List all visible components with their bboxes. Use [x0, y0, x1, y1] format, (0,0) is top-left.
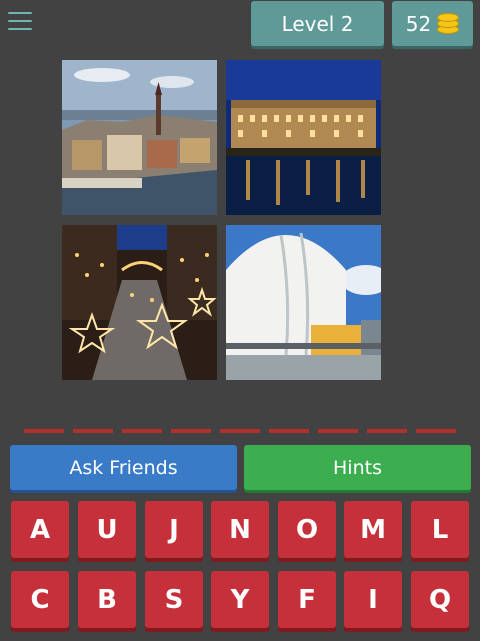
letter-key[interactable]: Q [411, 571, 469, 628]
hints-button[interactable]: Hints [244, 445, 471, 490]
letter-key[interactable]: I [344, 571, 402, 628]
letter-key[interactable]: U [78, 501, 136, 558]
answer-slot[interactable] [269, 429, 309, 433]
answer-slot[interactable] [24, 429, 64, 433]
letter-key[interactable]: N [211, 501, 269, 558]
old-town-waterfront-photo[interactable] [62, 60, 217, 215]
letter-key[interactable]: M [344, 501, 402, 558]
ask-friends-button[interactable]: Ask Friends [10, 445, 237, 490]
coin-stack-icon [437, 12, 460, 35]
answer-slot[interactable] [416, 429, 456, 433]
letter-key[interactable]: O [278, 501, 336, 558]
christmas-street-lights-photo[interactable] [62, 225, 217, 380]
letter-key[interactable]: B [78, 571, 136, 628]
white-dome-arena-photo[interactable] [226, 225, 381, 380]
palace-at-night-photo[interactable] [226, 60, 381, 215]
answer-slot[interactable] [73, 429, 113, 433]
level-label: Level 2 [281, 11, 354, 36]
level-indicator: Level 2 [251, 1, 384, 46]
answer-slots [24, 429, 456, 433]
menu-icon[interactable] [8, 12, 32, 34]
answer-slot[interactable] [122, 429, 162, 433]
answer-slot[interactable] [220, 429, 260, 433]
answer-slot[interactable] [318, 429, 358, 433]
letter-key[interactable]: Y [211, 571, 269, 628]
letter-key[interactable]: A [11, 501, 69, 558]
letter-key[interactable]: F [278, 571, 336, 628]
answer-slot[interactable] [367, 429, 407, 433]
letter-key[interactable]: C [11, 571, 69, 628]
letter-key[interactable]: S [145, 571, 203, 628]
letter-key[interactable]: L [411, 501, 469, 558]
letter-key[interactable]: J [145, 501, 203, 558]
coin-count: 52 [405, 11, 432, 36]
coins-button[interactable]: 52 [392, 1, 473, 46]
answer-slot[interactable] [171, 429, 211, 433]
